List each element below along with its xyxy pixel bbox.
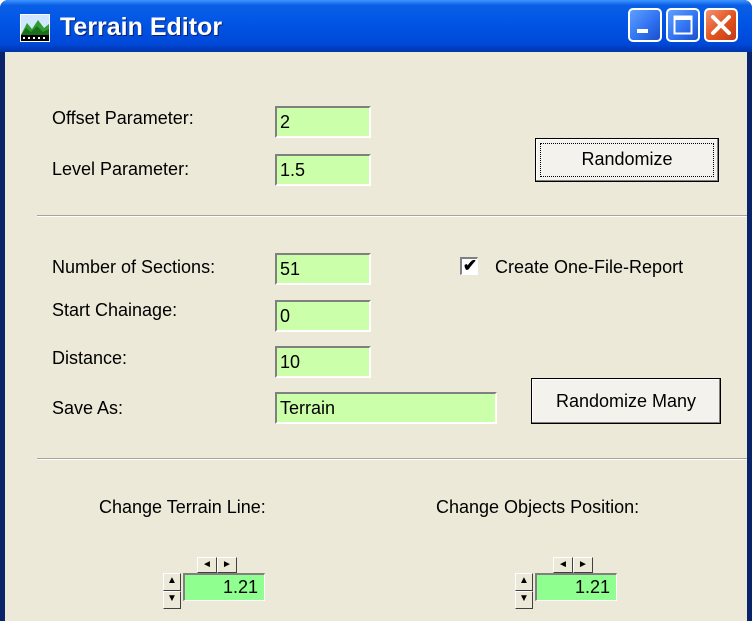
randomize-many-button[interactable]: Randomize Many [531,378,721,424]
separator-top [37,215,747,217]
separator-bottom [37,458,747,460]
maximize-button[interactable] [666,8,700,42]
start-chainage-input[interactable]: 0 [275,300,371,332]
title-bar[interactable]: Terrain Editor [0,0,752,52]
number-of-sections-label: Number of Sections: [52,257,216,277]
randomize-button-label: Randomize [581,149,673,169]
terrain-line-value[interactable]: 1.21 [183,573,265,601]
maximize-icon [673,15,693,35]
window-title: Terrain Editor [60,13,223,41]
level-parameter-input[interactable]: 1.5 [275,154,371,186]
offset-parameter-input[interactable]: 2 [275,106,371,138]
objects-position-down-button[interactable]: ▼ [515,591,533,609]
create-report-label[interactable]: Create One-File-Report [495,256,683,278]
minimize-button[interactable] [628,8,662,42]
close-button[interactable] [704,8,738,42]
start-chainage-label: Start Chainage: [52,300,178,320]
terrain-line-down-button[interactable]: ▼ [163,591,181,609]
distance-label: Distance: [52,348,128,368]
terrain-line-left-button[interactable]: ◄ [197,557,217,573]
save-as-input[interactable]: Terrain [275,392,497,424]
change-terrain-line-label: Change Terrain Line: [99,497,266,517]
level-parameter-label: Level Parameter: [52,159,190,179]
objects-position-up-button[interactable]: ▲ [515,573,533,591]
number-of-sections-input[interactable]: 51 [275,253,371,285]
terrain-editor-window: Terrain Editor Offset Parameter: 2 Level… [0,0,752,621]
offset-parameter-label: Offset Parameter: [52,108,194,128]
save-as-label: Save As: [52,398,124,418]
terrain-line-right-button[interactable]: ► [217,557,237,573]
close-icon [711,15,731,35]
minimize-icon [637,29,648,33]
change-objects-position-label: Change Objects Position: [436,497,640,517]
distance-input[interactable]: 10 [275,346,371,378]
objects-position-value[interactable]: 1.21 [535,573,617,601]
create-report-checkbox[interactable]: ✔ [460,256,478,275]
client-area: Offset Parameter: 2 Level Parameter: 1.5… [5,52,747,621]
randomize-button[interactable]: Randomize [535,138,719,182]
terrain-app-icon [20,14,50,42]
terrain-line-up-button[interactable]: ▲ [163,573,181,591]
objects-position-left-button[interactable]: ◄ [553,557,573,573]
checkmark-icon: ✔ [462,256,478,275]
objects-position-right-button[interactable]: ► [573,557,593,573]
